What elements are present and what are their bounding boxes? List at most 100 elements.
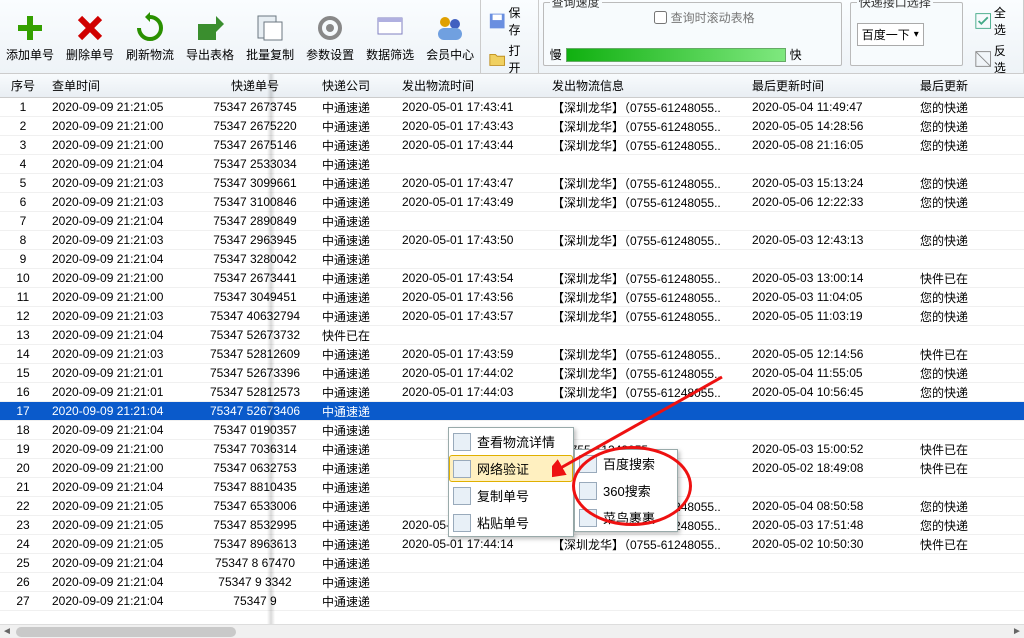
col-query-time[interactable]: 查单时间: [46, 75, 194, 96]
filter-button[interactable]: 数据筛选: [360, 0, 420, 73]
table-row[interactable]: 52020-09-09 21:21:0375347 3099661中通速递202…: [0, 174, 1024, 193]
cell: [746, 599, 914, 603]
cell: 2020-05-03 17:51:48: [746, 516, 914, 534]
cell: [914, 333, 1024, 337]
cell: 75347 0190357: [194, 421, 316, 439]
table-row[interactable]: 262020-09-09 21:21:0475347 9 3342中通速递: [0, 573, 1024, 592]
add-button[interactable]: 添加单号: [0, 0, 60, 73]
invert-select-button[interactable]: 反选: [971, 40, 1019, 78]
table-row[interactable]: 242020-09-09 21:21:0575347 8963613中通速递20…: [0, 535, 1024, 554]
table-row[interactable]: 152020-09-09 21:21:0175347 52673396中通速递2…: [0, 364, 1024, 383]
cell: 2020-05-05 12:14:56: [746, 345, 914, 363]
ctx-baidu[interactable]: 百度搜索: [575, 450, 677, 477]
plus-icon: [14, 12, 46, 44]
verify-icon: [453, 460, 471, 478]
save-button[interactable]: 保存: [485, 2, 533, 40]
cell: 2020-09-09 21:21:00: [46, 288, 194, 306]
scroll-thumb[interactable]: [16, 627, 236, 637]
cell: 2020-09-09 21:21:00: [46, 459, 194, 477]
table-row[interactable]: 22020-09-09 21:21:0075347 2675220中通速递202…: [0, 117, 1024, 136]
cell: 【深圳龙华】（0755-61248055..: [546, 173, 746, 194]
cell: 2020-05-03 15:00:52: [746, 440, 914, 458]
table-row[interactable]: 92020-09-09 21:21:0475347 3280042中通速递: [0, 250, 1024, 269]
ctx-360[interactable]: 360搜索: [575, 477, 677, 504]
table-row[interactable]: 132020-09-09 21:21:0475347 52673732快件已在: [0, 326, 1024, 345]
cell: [746, 162, 914, 166]
speed-fast-label: 快: [790, 46, 802, 63]
scroll-right-icon[interactable]: ►: [1010, 626, 1024, 637]
vip-button[interactable]: 会员中心: [420, 0, 480, 73]
cell: 【深圳龙华】（0755-61248055..: [546, 534, 746, 555]
cell: 快件已在: [914, 458, 1024, 479]
ctx-paste-no[interactable]: 粘贴单号: [449, 509, 573, 536]
col-send-info[interactable]: 发出物流信息: [546, 75, 746, 96]
cell: 您的快递: [914, 306, 1024, 327]
context-menu: 查看物流详情 网络验证▸ 复制单号 粘贴单号: [448, 427, 574, 537]
cell: [914, 409, 1024, 413]
cell: 中通速递: [316, 135, 396, 156]
scroll-left-icon[interactable]: ◄: [0, 626, 14, 637]
cell: 2020-09-09 21:21:04: [46, 478, 194, 496]
cell: 23: [0, 516, 46, 534]
col-update-time[interactable]: 最后更新时间: [746, 75, 914, 96]
cell: 11: [0, 288, 46, 306]
ctx-copy-no[interactable]: 复制单号: [449, 482, 573, 509]
cell: 2020-05-01 17:43:59: [396, 345, 546, 363]
delete-button[interactable]: 删除单号: [60, 0, 120, 73]
baidu-icon: [579, 455, 597, 473]
table-row[interactable]: 172020-09-09 21:21:0475347 52673406中通速递: [0, 402, 1024, 421]
table-row[interactable]: 142020-09-09 21:21:0375347 52812609中通速递2…: [0, 345, 1024, 364]
open-button[interactable]: 打开: [485, 40, 533, 78]
col-index[interactable]: 序号: [0, 75, 46, 96]
cell: 2020-05-01 17:43:49: [396, 193, 546, 211]
interface-select[interactable]: 百度一下: [857, 23, 924, 46]
refresh-button[interactable]: 刷新物流: [120, 0, 180, 73]
cell: 22: [0, 497, 46, 515]
copy-icon: [453, 487, 471, 505]
col-update-msg[interactable]: 最后更新: [914, 75, 1024, 96]
horizontal-scrollbar[interactable]: ◄ ►: [0, 624, 1024, 638]
cell: 【深圳龙华】（0755-61248055..: [546, 192, 746, 213]
table-row[interactable]: 72020-09-09 21:21:0475347 2890849中通速递: [0, 212, 1024, 231]
export-button[interactable]: 导出表格: [180, 0, 240, 73]
ctx-view-detail[interactable]: 查看物流详情: [449, 428, 573, 455]
cell: 中通速递: [316, 515, 396, 536]
table-row[interactable]: 162020-09-09 21:21:0175347 52812573中通速递2…: [0, 383, 1024, 402]
ctx-net-verify[interactable]: 网络验证▸: [449, 455, 573, 482]
select-all-button[interactable]: 全选: [971, 2, 1019, 40]
batch-copy-button[interactable]: 批量复制: [240, 0, 300, 73]
cell: 26: [0, 573, 46, 591]
table-row[interactable]: 112020-09-09 21:21:0075347 3049451中通速递20…: [0, 288, 1024, 307]
cell: 21: [0, 478, 46, 496]
table-row[interactable]: 42020-09-09 21:21:0475347 2533034中通速递: [0, 155, 1024, 174]
scroll-on-query-checkbox[interactable]: [654, 11, 667, 24]
cell: [914, 485, 1024, 489]
cell: 【深圳龙华】（0755-61248055..: [546, 382, 746, 403]
cell: 2020-05-03 12:43:13: [746, 231, 914, 249]
cell: 75347 52812573: [194, 383, 316, 401]
table-row[interactable]: 272020-09-09 21:21:0475347 9中通速递: [0, 592, 1024, 611]
cell: [546, 580, 746, 584]
col-tracking-no[interactable]: 快递单号: [194, 75, 316, 96]
table-row[interactable]: 122020-09-09 21:21:0375347 40632794中通速递2…: [0, 307, 1024, 326]
people-icon: [434, 12, 466, 44]
table-row[interactable]: 62020-09-09 21:21:0375347 3100846中通速递202…: [0, 193, 1024, 212]
cell: 75347 8 67470: [194, 554, 316, 572]
params-button[interactable]: 参数设置: [300, 0, 360, 73]
table-row[interactable]: 12020-09-09 21:21:0575347 2673745中通速递202…: [0, 98, 1024, 117]
col-send-time[interactable]: 发出物流时间: [396, 75, 546, 96]
cell: 【深圳龙华】（0755-61248055..: [546, 287, 746, 308]
speed-slider[interactable]: [566, 48, 786, 62]
table-row[interactable]: 252020-09-09 21:21:0475347 8 67470中通速递: [0, 554, 1024, 573]
table-row[interactable]: 102020-09-09 21:21:0075347 2673441中通速递20…: [0, 269, 1024, 288]
table-row[interactable]: 82020-09-09 21:21:0375347 2963945中通速递202…: [0, 231, 1024, 250]
cell: 9: [0, 250, 46, 268]
cell: 快件已在: [914, 344, 1024, 365]
col-company[interactable]: 快递公司: [316, 75, 396, 96]
cell: 2020-09-09 21:21:04: [46, 592, 194, 610]
table-row[interactable]: 32020-09-09 21:21:0075347 2675146中通速递202…: [0, 136, 1024, 155]
ctx-cainiao[interactable]: 菜鸟裹裹: [575, 504, 677, 531]
cell: 【深圳龙华】（0755-61248055..: [546, 268, 746, 289]
cell: 中通速递: [316, 420, 396, 441]
cell: 中通速递: [316, 458, 396, 479]
